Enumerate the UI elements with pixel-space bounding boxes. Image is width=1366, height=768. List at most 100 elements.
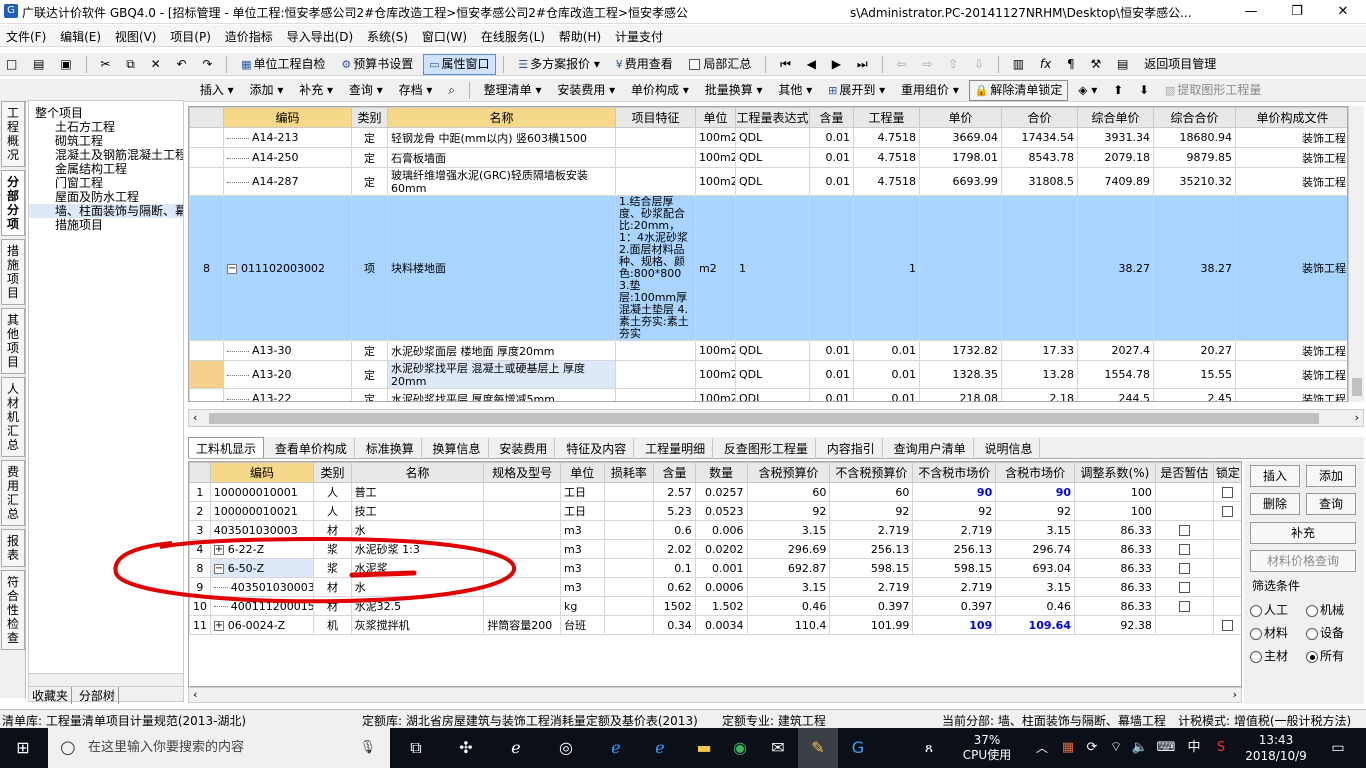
feature-cell[interactable] <box>615 360 696 389</box>
lower-hscrollbar[interactable]: ‹ › <box>188 687 1242 703</box>
code-cell[interactable]: A13-30 <box>223 340 352 361</box>
budget-settings-button[interactable]: ⚙ 预算书设置 <box>335 54 419 75</box>
code-cell[interactable]: +06-0024-Z <box>209 615 315 635</box>
type-cell[interactable]: 定 <box>351 127 388 148</box>
qty-cell[interactable]: 0.01 <box>853 340 920 361</box>
notax-budget-cell[interactable]: 101.99 <box>829 615 914 635</box>
name-cell[interactable]: 普工 <box>350 482 485 502</box>
comp-total-cell[interactable]: 2.45 <box>1153 388 1236 401</box>
tax-budget-cell[interactable]: 296.69 <box>746 539 831 559</box>
add-button[interactable]: 添加 <box>1306 465 1356 487</box>
notax-market-cell[interactable]: 0.397 <box>912 596 997 616</box>
tray-sync-icon[interactable]: ⟳ <box>1080 728 1104 768</box>
notax-budget-cell[interactable]: 0.397 <box>829 596 914 616</box>
estimate-cell[interactable] <box>1154 596 1214 616</box>
total-cell[interactable]: 17.33 <box>1001 340 1078 361</box>
move-up-icon[interactable]: ⇧ <box>942 54 964 75</box>
chart-icon[interactable]: ▤ <box>1111 54 1134 75</box>
comp-price-cell[interactable]: 244.5 <box>1077 388 1154 401</box>
restore-button[interactable]: ❐ <box>1274 0 1320 23</box>
price-cell[interactable]: 1732.82 <box>919 340 1002 361</box>
content-cell[interactable]: 1502 <box>653 596 696 616</box>
microphone-icon[interactable]: 🎙 <box>359 728 376 768</box>
comp-total-cell[interactable]: 18680.94 <box>1153 127 1236 148</box>
name-cell[interactable]: 玻璃纤维增强水泥(GRC)轻质隔墙板安装 60mm <box>387 167 616 196</box>
header-cell[interactable]: 含税市场价 <box>995 462 1075 483</box>
comp-total-cell[interactable]: 20.27 <box>1153 340 1236 361</box>
partial-summary-toggle[interactable]: 局部汇总 <box>683 54 758 75</box>
tax-budget-cell[interactable]: 110.4 <box>746 615 831 635</box>
expr-cell[interactable]: QDL <box>735 360 810 389</box>
price-cell[interactable] <box>919 195 1002 341</box>
name-cell[interactable]: 水泥砂浆找平层 厚度每增减5mm <box>387 388 616 401</box>
next-icon[interactable]: ▶ <box>826 54 847 75</box>
header-cell[interactable]: 单位 <box>560 462 605 483</box>
estimate-checkbox[interactable] <box>1178 525 1190 536</box>
filter-radio-equipment[interactable]: 设备 <box>1306 624 1344 641</box>
unit-cell[interactable]: m2 <box>695 195 736 341</box>
code-cell[interactable]: A14-213 <box>223 127 352 148</box>
comp-price-cell[interactable]: 2079.18 <box>1077 147 1154 168</box>
tax-budget-cell[interactable]: 0.46 <box>746 596 831 616</box>
menu-help[interactable]: 帮助(H) <box>554 25 606 48</box>
header-cell[interactable]: 工程量表达式 <box>735 107 810 128</box>
header-cell[interactable]: 数量 <box>694 462 748 483</box>
loss-cell[interactable] <box>603 577 655 597</box>
estimate-checkbox[interactable] <box>1178 544 1190 555</box>
price-cell[interactable]: 218.08 <box>919 388 1002 401</box>
table-row[interactable]: A13-20 定 水泥砂浆找平层 混凝土或硬基层上 厚度20mm 100m2 Q… <box>189 360 1347 389</box>
header-cell[interactable]: 综合合价 <box>1153 107 1236 128</box>
type-cell[interactable]: 定 <box>351 388 388 401</box>
copy-icon[interactable]: ⧉ <box>120 54 141 75</box>
spec-cell[interactable] <box>483 596 561 616</box>
estimate-checkbox[interactable] <box>1178 601 1190 612</box>
tab-labor-material-display[interactable]: 工料机显示 <box>188 437 265 458</box>
notax-market-cell[interactable]: 2.719 <box>912 577 997 597</box>
expr-cell[interactable]: 1 <box>735 195 810 341</box>
header-cell[interactable]: 规格及型号 <box>483 462 561 483</box>
tax-budget-cell[interactable]: 3.15 <box>746 520 831 540</box>
tab-install-fee[interactable]: 安装费用 <box>492 438 556 459</box>
type-cell[interactable]: 人 <box>313 482 352 502</box>
lock-cell[interactable] <box>1212 482 1241 502</box>
menu-edit[interactable]: 编辑(E) <box>55 25 106 48</box>
lock-cell[interactable] <box>1212 558 1241 578</box>
menu-measure-pay[interactable]: 计量支付 <box>610 25 668 48</box>
tab-features-content[interactable]: 特征及内容 <box>559 438 635 459</box>
tray-arrow-icon[interactable]: ︿ <box>1030 728 1054 768</box>
header-cell[interactable]: 编码 <box>223 107 352 128</box>
calculator-icon[interactable]: ▥ <box>1007 54 1030 75</box>
qty-cell[interactable]: 0.01 <box>853 360 920 389</box>
lock-cell[interactable] <box>1212 577 1241 597</box>
file-cell[interactable]: 装饰工程 <box>1235 360 1347 389</box>
notax-budget-cell[interactable]: 598.15 <box>829 558 914 578</box>
fan-app-icon[interactable]: ✣ <box>446 728 486 768</box>
up-arrow-icon[interactable]: ⬆ <box>1107 80 1129 101</box>
type-cell[interactable]: 浆 <box>313 539 352 559</box>
add-dropdown[interactable]: 添加 ▾ <box>244 80 290 101</box>
query-button[interactable]: 查询 <box>1306 493 1356 515</box>
unit-cell[interactable]: 台班 <box>560 615 605 635</box>
lock-cell[interactable] <box>1212 501 1241 521</box>
header-cell[interactable]: 含量 <box>809 107 854 128</box>
content-cell[interactable]: 0.34 <box>653 615 696 635</box>
estimate-checkbox[interactable] <box>1178 563 1190 574</box>
name-cell[interactable]: 水 <box>350 520 485 540</box>
ime-indicator[interactable]: 中 <box>1180 728 1208 768</box>
content-cell[interactable]: 0.6 <box>653 520 696 540</box>
notax-market-cell[interactable]: 90 <box>912 482 997 502</box>
code-cell[interactable]: −011102003002 <box>223 195 352 341</box>
header-cell[interactable]: 含量 <box>653 462 696 483</box>
tree-item[interactable]: 砌筑工程 <box>29 134 183 148</box>
task-view-icon[interactable]: ⧉ <box>396 728 436 768</box>
qty-cell[interactable]: 0.0523 <box>694 501 748 521</box>
notax-market-cell[interactable]: 598.15 <box>912 558 997 578</box>
tree-item[interactable]: 措施项目 <box>29 218 183 232</box>
feature-cell[interactable] <box>615 340 696 361</box>
table-row[interactable]: 9 403501030003 材 水 m3 0.62 0.0006 3.15 2… <box>189 577 1241 597</box>
comp-price-cell[interactable]: 1554.78 <box>1077 360 1154 389</box>
content-cell[interactable]: 0.01 <box>809 127 854 148</box>
unit-cell[interactable]: 100m2 <box>695 388 736 401</box>
content-cell[interactable]: 0.62 <box>653 577 696 597</box>
table-row[interactable]: 1 100000010001 人 普工 工日 2.57 0.0257 60 60… <box>189 482 1241 502</box>
